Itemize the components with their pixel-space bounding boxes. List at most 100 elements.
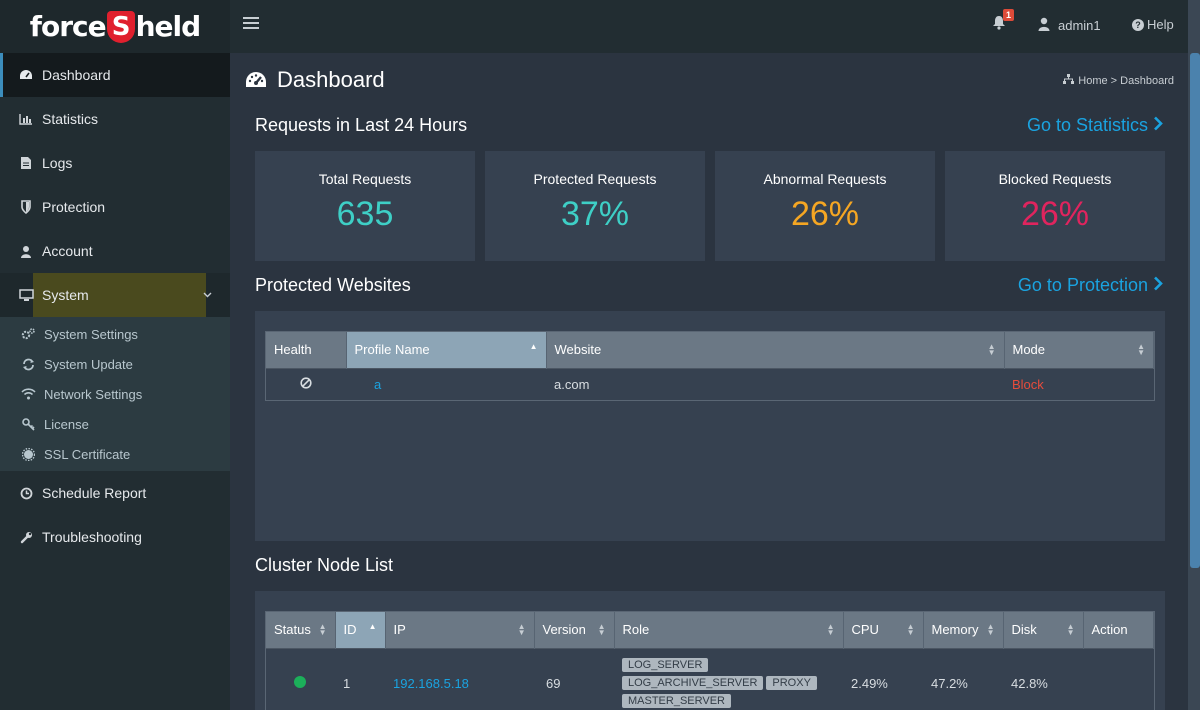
header-label: Version: [542, 622, 586, 638]
protected-websites-panel: Health Profile Name ▲ Website ▲ ▼ Mode ▲ ▼ a: [255, 311, 1165, 541]
cpu-cell: 2.49%: [843, 647, 923, 710]
role-cell: LOG_SERVER LOG_ARCHIVE_SERVER PROXY MASTE…: [614, 647, 843, 710]
sidebar-item-dashboard[interactable]: Dashboard: [0, 53, 230, 97]
sidebar-item-label: Protection: [42, 199, 106, 215]
sort-icon: ▲ ▼: [597, 622, 606, 637]
go-to-statistics-label: Go to Statistics: [1026, 115, 1148, 135]
stat-value: 26%: [790, 195, 860, 233]
sidebar-item-label: System: [42, 287, 89, 303]
health-cell: [266, 367, 346, 400]
id-cell: 1: [335, 647, 385, 710]
column-header-role[interactable]: Role ▲ ▼: [614, 612, 844, 648]
sort-icon: ▲ ▼: [906, 622, 915, 637]
help-label: Help: [1147, 17, 1174, 32]
role-tag: LOG_ARCHIVE_SERVER: [622, 676, 764, 691]
chevron-down-icon: [203, 287, 212, 301]
sidebar-subitem-network-settings[interactable]: Network Settings: [0, 379, 230, 409]
certificate-icon: [20, 447, 36, 461]
user-icon: [18, 245, 34, 258]
column-header-cpu[interactable]: CPU ▲ ▼: [843, 612, 924, 648]
column-header-profile-name[interactable]: Profile Name ▲: [346, 332, 547, 368]
subitem-label: System Settings: [44, 326, 138, 342]
sort-icon: ▲ ▼: [318, 622, 327, 637]
cluster-section-title: Cluster Node List: [255, 555, 394, 575]
version-cell: 69: [534, 647, 614, 710]
breadcrumb-separator: >: [1110, 74, 1118, 87]
stat-label: Protected Requests: [533, 171, 657, 187]
sidebar-item-system[interactable]: System: [0, 273, 230, 317]
column-header-ip[interactable]: IP ▲ ▼: [385, 612, 535, 648]
sidebar-item-troubleshooting[interactable]: Troubleshooting: [0, 515, 230, 559]
sidebar-item-label: Dashboard: [42, 67, 111, 83]
help-link[interactable]: ? Help: [1132, 17, 1174, 32]
sidebar-item-statistics[interactable]: Statistics: [0, 97, 230, 141]
column-header-action[interactable]: Action: [1083, 612, 1154, 648]
sort-icon: ▲ ▼: [826, 622, 835, 637]
websites-section-title: Protected Websites: [255, 275, 411, 295]
profile-name-link[interactable]: a: [346, 367, 546, 400]
sidebar-subitem-ssl-certificate[interactable]: SSL Certificate: [0, 439, 230, 469]
column-header-health[interactable]: Health: [266, 332, 347, 368]
monitor-icon: [18, 288, 34, 302]
chevron-right-icon: [1153, 275, 1163, 296]
menu-toggle-icon[interactable]: [243, 17, 259, 33]
header-label: Mode: [1012, 342, 1046, 358]
notification-count-badge: 1: [1003, 9, 1015, 21]
cluster-node-table: Status ▲ ▼ ID ▲ IP ▲ ▼ Version ▲ ▼ Role ▲ ▼ CPU ▲ ▼…: [265, 611, 1155, 710]
column-header-memory[interactable]: Memory ▲ ▼: [923, 612, 1004, 648]
user-menu[interactable]: admin1: [1038, 17, 1101, 34]
brand-logo: force S held: [29, 10, 201, 43]
column-header-website[interactable]: Website ▲ ▼: [546, 332, 1005, 368]
subitem-label: License: [44, 416, 89, 432]
file-icon: [18, 156, 34, 170]
table-row: a a.com Block: [266, 367, 1154, 400]
header-label: IP: [393, 622, 406, 638]
mode-cell: Block: [1004, 367, 1154, 400]
column-header-version[interactable]: Version ▲ ▼: [534, 612, 615, 648]
column-header-disk[interactable]: Disk ▲ ▼: [1003, 612, 1084, 648]
stat-label: Total Requests: [318, 171, 412, 187]
sidebar-nav-bottom: Schedule Report Troubleshooting: [0, 471, 230, 559]
sort-icon: ▲ ▼: [987, 342, 996, 357]
sidebar-item-label: Logs: [42, 155, 73, 171]
breadcrumb-home[interactable]: Home: [1078, 75, 1107, 87]
logo-text-left: force: [29, 10, 107, 43]
role-tag: LOG_SERVER: [622, 658, 709, 673]
column-header-mode[interactable]: Mode ▲ ▼: [1004, 332, 1154, 368]
sidebar-item-logs[interactable]: Logs: [0, 141, 230, 185]
shield-icon: [18, 200, 34, 214]
dashboard-icon: [244, 70, 268, 90]
column-header-id[interactable]: ID ▲: [335, 612, 386, 648]
clock-icon: [18, 487, 34, 500]
stat-value: 26%: [1020, 195, 1090, 233]
sidebar-subitem-license[interactable]: License: [0, 409, 230, 439]
question-circle-icon: ?: [1132, 18, 1144, 31]
ip-link[interactable]: 192.168.5.18: [385, 647, 534, 710]
total-requests-card: Total Requests 635: [255, 151, 475, 261]
sidebar-item-schedule-report[interactable]: Schedule Report: [0, 471, 230, 515]
stat-label: Abnormal Requests: [763, 171, 887, 187]
stat-value: 635: [336, 195, 394, 233]
user-icon: [1038, 17, 1050, 34]
go-to-statistics-link[interactable]: Go to Statistics: [1027, 115, 1163, 136]
column-header-status[interactable]: Status ▲ ▼: [266, 612, 336, 648]
status-cell: [266, 647, 335, 710]
wifi-icon: [20, 388, 36, 400]
go-to-protection-label: Go to Protection: [1017, 275, 1148, 295]
sidebar-subitem-system-settings[interactable]: System Settings: [0, 319, 230, 349]
sidebar-item-protection[interactable]: Protection: [0, 185, 230, 229]
requests-section-title: Requests in Last 24 Hours: [255, 115, 468, 135]
blocked-requests-card: Blocked Requests 26%: [945, 151, 1165, 261]
go-to-protection-link[interactable]: Go to Protection: [1018, 275, 1163, 296]
disk-cell: 42.8%: [1003, 647, 1083, 710]
header-label: ID: [343, 622, 357, 638]
logo[interactable]: force S held: [0, 0, 230, 53]
sidebar-item-account[interactable]: Account: [0, 229, 230, 273]
username: admin1: [1058, 18, 1101, 33]
header-label: Memory: [931, 622, 979, 638]
status-online-icon: [294, 675, 306, 688]
sidebar-subitem-system-update[interactable]: System Update: [0, 349, 230, 379]
scrollbar-thumb[interactable]: [1190, 53, 1200, 568]
stat-value: 37%: [560, 195, 630, 233]
table-row: 1 192.168.5.18 69 LOG_SERVER LOG_ARCHIVE…: [266, 647, 1154, 710]
